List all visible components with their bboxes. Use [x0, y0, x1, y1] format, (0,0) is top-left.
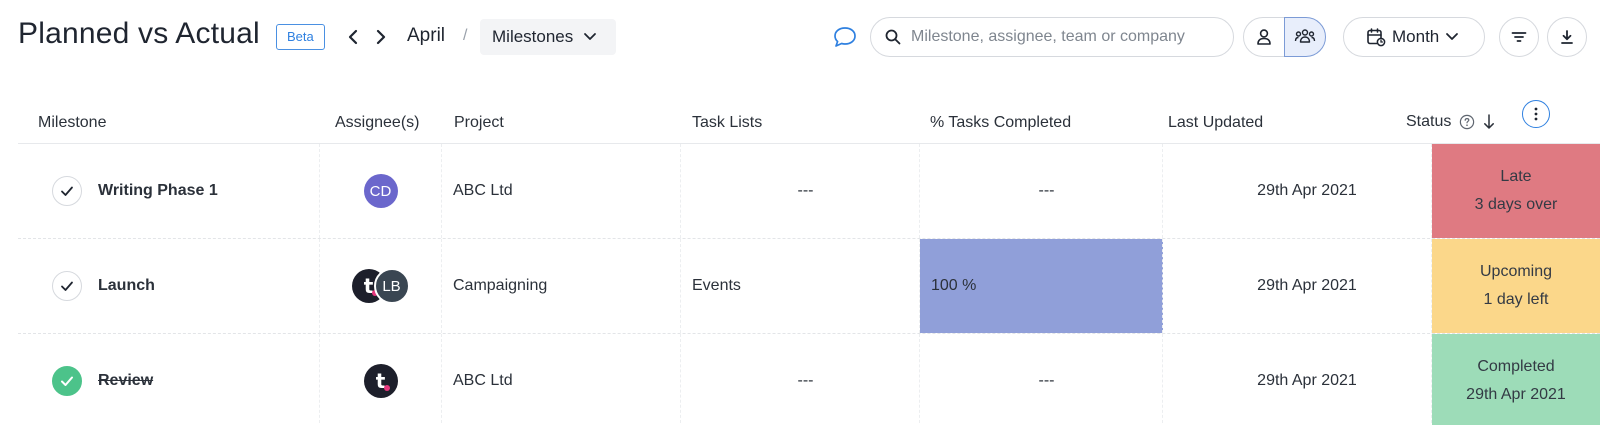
milestone-name[interactable]: Writing Phase 1 — [98, 182, 218, 200]
column-header-task-lists[interactable]: Task Lists — [692, 114, 762, 132]
column-options-button[interactable] — [1522, 100, 1550, 128]
complete-checkbox[interactable] — [52, 366, 82, 396]
column-header-project[interactable]: Project — [454, 114, 504, 132]
download-icon — [1561, 30, 1573, 44]
help-icon[interactable] — [1459, 114, 1475, 130]
view-select-label: Milestones — [492, 27, 574, 46]
calendar-clock-icon — [1367, 28, 1386, 47]
status-cell: Completed 29th Apr 2021 — [1432, 334, 1600, 425]
pct-completed-cell: --- — [920, 144, 1163, 238]
team-view-toggle[interactable] — [1284, 17, 1326, 57]
column-header-assignees[interactable]: Assignee(s) — [335, 114, 419, 132]
status-detail: 3 days over — [1474, 196, 1558, 213]
project-cell: ABC Ltd — [442, 334, 681, 425]
pct-completed-cell: 100 % — [920, 239, 1163, 333]
search-box — [870, 17, 1234, 57]
check-icon — [61, 186, 73, 196]
task-lists-cell: Events — [681, 239, 920, 333]
team-icon — [1294, 29, 1316, 43]
milestones-table: Milestone Assignee(s) Project Task Lists… — [18, 100, 1600, 425]
project-cell: ABC Ltd — [442, 144, 681, 238]
view-select-dropdown[interactable]: Milestones — [480, 19, 616, 55]
chevron-left-icon — [348, 29, 358, 45]
status-title: Upcoming — [1479, 263, 1553, 280]
complete-checkbox[interactable] — [52, 271, 82, 301]
search-input[interactable] — [911, 28, 1221, 46]
last-updated-cell: 29th Apr 2021 — [1163, 334, 1432, 425]
avatar[interactable]: LB — [373, 268, 410, 304]
status-title: Completed — [1477, 358, 1555, 375]
check-icon — [61, 281, 73, 291]
status-cell: Upcoming 1 day left — [1432, 239, 1600, 333]
page-title: Planned vs Actual — [18, 17, 260, 50]
assignee-cell: t LB — [320, 239, 442, 333]
table-row[interactable]: Launch t LB Campaigning Events 100 % 29t… — [18, 239, 1600, 334]
complete-checkbox[interactable] — [52, 176, 82, 206]
avatar[interactable]: t — [363, 364, 398, 398]
breadcrumb-month: April — [407, 25, 446, 46]
period-select-dropdown[interactable]: Month — [1343, 17, 1485, 57]
column-header-pct-completed[interactable]: % Tasks Completed — [930, 114, 1071, 132]
chevron-down-icon — [584, 33, 597, 40]
download-button[interactable] — [1547, 17, 1587, 57]
breadcrumb-separator: / — [463, 27, 468, 44]
beta-badge: Beta — [276, 24, 325, 50]
column-header-status[interactable]: Status — [1406, 113, 1495, 131]
previous-month-button[interactable] — [344, 24, 362, 50]
status-title: Late — [1500, 168, 1532, 185]
task-lists-cell: --- — [681, 334, 920, 425]
check-icon — [61, 376, 73, 386]
more-vertical-icon — [1534, 107, 1538, 121]
comment-icon[interactable] — [832, 25, 858, 49]
project-cell: Campaigning — [442, 239, 681, 333]
chevron-down-icon — [1446, 33, 1459, 40]
pct-completed-cell: --- — [920, 334, 1163, 425]
filter-icon — [1511, 32, 1527, 42]
avatar[interactable]: CD — [363, 174, 398, 208]
task-lists-cell: --- — [681, 144, 920, 238]
milestone-cell: Review — [18, 334, 320, 425]
milestone-name[interactable]: Review — [98, 372, 153, 390]
search-icon — [885, 29, 901, 45]
filter-button[interactable] — [1499, 17, 1539, 57]
sort-descending-icon[interactable] — [1483, 113, 1495, 131]
user-icon — [1257, 29, 1271, 45]
last-updated-cell: 29th Apr 2021 — [1163, 239, 1432, 333]
column-header-milestone[interactable]: Milestone — [38, 114, 106, 132]
period-select-label: Month — [1392, 27, 1440, 46]
column-header-status-label: Status — [1406, 113, 1452, 130]
page-header: Planned vs Actual Beta April / Milestone… — [0, 0, 1600, 76]
status-detail: 1 day left — [1483, 291, 1549, 308]
last-updated-cell: 29th Apr 2021 — [1163, 144, 1432, 238]
table-row[interactable]: Writing Phase 1 CD ABC Ltd --- --- 29th … — [18, 144, 1600, 239]
chevron-right-icon — [376, 29, 386, 45]
next-month-button[interactable] — [372, 24, 390, 50]
status-detail: 29th Apr 2021 — [1466, 386, 1566, 403]
assignee-cell: t — [320, 334, 442, 425]
assignee-cell: CD — [320, 144, 442, 238]
table-header-row: Milestone Assignee(s) Project Task Lists… — [18, 100, 1600, 144]
status-cell: Late 3 days over — [1432, 144, 1600, 238]
my-view-toggle[interactable] — [1243, 17, 1285, 57]
table-row[interactable]: Review t ABC Ltd --- --- 29th Apr 2021 C… — [18, 334, 1600, 425]
milestone-cell: Writing Phase 1 — [18, 144, 320, 238]
milestone-name[interactable]: Launch — [98, 277, 155, 295]
avatar-dot — [383, 385, 390, 391]
milestone-cell: Launch — [18, 239, 320, 333]
column-header-last-updated[interactable]: Last Updated — [1168, 114, 1263, 132]
